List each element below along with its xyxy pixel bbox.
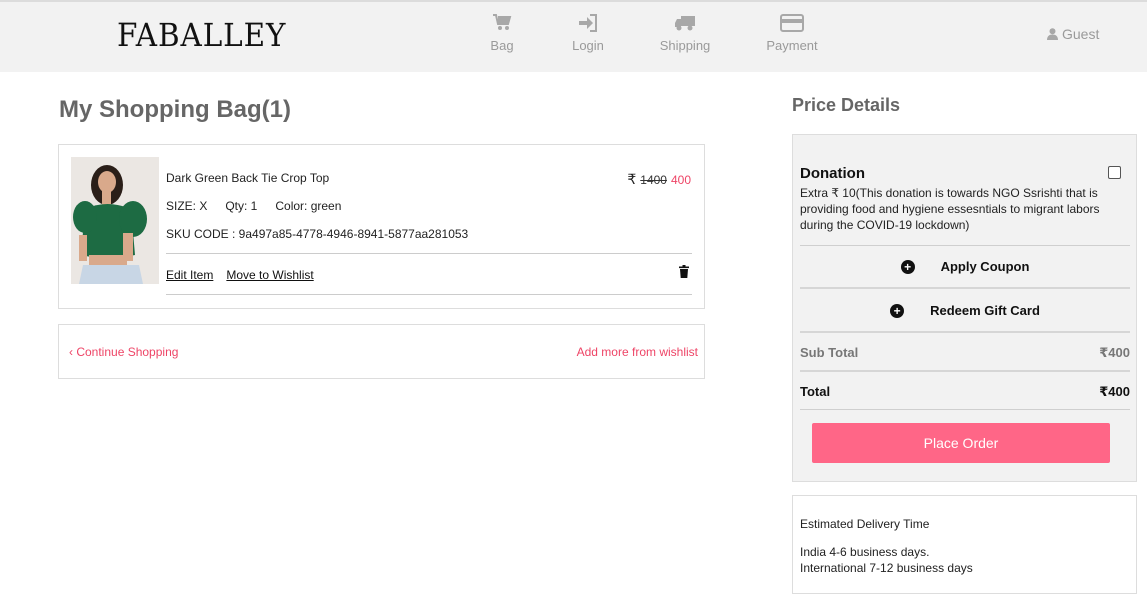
product-qty: Qty: 1 bbox=[225, 199, 258, 213]
divider bbox=[166, 253, 692, 254]
subtotal-row: Sub Total ₹400 bbox=[800, 345, 1130, 361]
add-from-wishlist-link[interactable]: Add more from wishlist bbox=[577, 345, 698, 359]
divider bbox=[800, 370, 1130, 372]
donation-description: Extra ₹ 10(This donation is towards NGO … bbox=[800, 186, 1100, 232]
total-value: ₹400 bbox=[1099, 384, 1130, 399]
truck-icon bbox=[675, 16, 695, 31]
redeem-gift-card-button[interactable]: + Redeem Gift Card bbox=[800, 303, 1130, 318]
price-details-title: Price Details bbox=[792, 95, 901, 115]
divider bbox=[800, 409, 1130, 410]
plus-circle-icon: + bbox=[890, 303, 905, 318]
move-to-wishlist-link[interactable]: Move to Wishlist bbox=[226, 268, 313, 282]
remove-item-button[interactable] bbox=[679, 265, 689, 283]
delivery-international: International 7-12 business days bbox=[800, 561, 973, 575]
donation-checkbox[interactable] bbox=[1108, 166, 1121, 179]
step-login-label: Login bbox=[572, 38, 604, 53]
apply-coupon-label: Apply Coupon bbox=[940, 259, 1030, 274]
divider bbox=[800, 331, 1130, 333]
subtotal-value: ₹400 bbox=[1099, 345, 1130, 360]
delivery-title: Estimated Delivery Time bbox=[800, 517, 930, 531]
credit-card-icon bbox=[780, 14, 804, 32]
trash-icon bbox=[679, 265, 689, 278]
subtotal-label: Sub Total bbox=[800, 345, 859, 360]
delivery-estimate-panel: Estimated Delivery Time India 4-6 busine… bbox=[792, 495, 1137, 594]
step-bag-label: Bag bbox=[490, 38, 514, 53]
redeem-gift-card-label: Redeem Gift Card bbox=[930, 303, 1040, 318]
product-size: SIZE: X bbox=[166, 199, 208, 213]
edit-item-link[interactable]: Edit Item bbox=[166, 268, 213, 282]
product-attributes: SIZE: X Qty: 1 Color: green bbox=[166, 199, 341, 213]
apply-coupon-button[interactable]: + Apply Coupon bbox=[800, 259, 1130, 274]
product-image[interactable] bbox=[71, 157, 159, 284]
continue-shopping-link[interactable]: ‹ Continue Shopping bbox=[69, 345, 178, 359]
brand-logo[interactable]: FABALLEY bbox=[117, 16, 286, 54]
divider bbox=[166, 294, 692, 295]
donation-title: Donation bbox=[800, 165, 865, 182]
currency-symbol: ₹ bbox=[627, 171, 637, 187]
total-label: Total bbox=[800, 384, 831, 399]
original-price: 1400 bbox=[640, 173, 667, 187]
product-sku: SKU CODE : 9a497a85-4778-4946-8941-5877a… bbox=[166, 227, 469, 241]
sale-price: 400 bbox=[670, 173, 691, 187]
product-name[interactable]: Dark Green Back Tie Crop Top bbox=[166, 171, 329, 185]
site-header: FABALLEY Bag Login Shipping Payment Gues… bbox=[0, 0, 1147, 72]
guest-account[interactable]: Guest bbox=[1047, 26, 1099, 42]
step-bag[interactable]: Bag bbox=[485, 14, 519, 53]
plus-circle-icon: + bbox=[900, 259, 915, 274]
total-row: Total ₹400 bbox=[800, 384, 1130, 400]
user-icon bbox=[1047, 28, 1058, 40]
item-actions: Edit Item Move to Wishlist bbox=[166, 268, 314, 282]
guest-label: Guest bbox=[1062, 26, 1100, 42]
step-shipping[interactable]: Shipping bbox=[658, 14, 712, 53]
step-payment-label: Payment bbox=[766, 38, 818, 53]
delivery-india: India 4-6 business days. bbox=[800, 545, 930, 559]
price-details-panel: Donation Extra ₹ 10(This donation is tow… bbox=[792, 134, 1137, 482]
product-color: Color: green bbox=[275, 199, 342, 213]
cart-icon bbox=[493, 14, 512, 30]
cart-item: Dark Green Back Tie Crop Top ₹1400 400 SI… bbox=[58, 144, 705, 309]
divider bbox=[800, 245, 1130, 246]
sign-in-icon bbox=[579, 14, 597, 32]
product-price: ₹1400 400 bbox=[627, 171, 691, 188]
place-order-button[interactable]: Place Order bbox=[812, 423, 1110, 463]
step-payment[interactable]: Payment bbox=[764, 14, 820, 53]
page-title: My Shopping Bag(1) bbox=[59, 96, 291, 123]
step-shipping-label: Shipping bbox=[659, 38, 711, 53]
step-login[interactable]: Login bbox=[568, 14, 608, 53]
divider bbox=[800, 287, 1130, 289]
continue-bar: ‹ Continue Shopping Add more from wishli… bbox=[58, 324, 705, 379]
